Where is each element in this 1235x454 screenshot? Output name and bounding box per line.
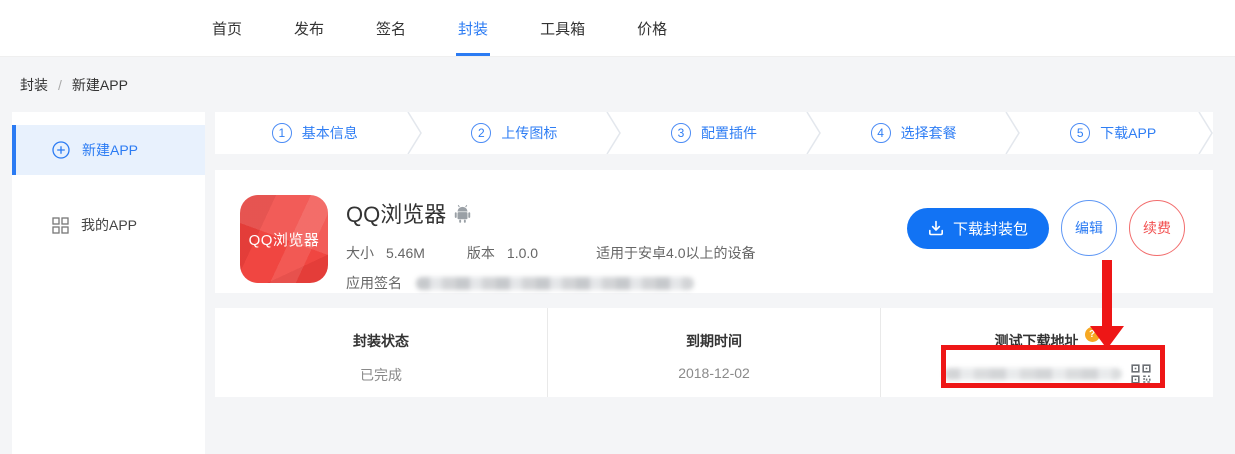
chevron-right-icon <box>1198 112 1213 154</box>
edit-button[interactable]: 编辑 <box>1061 200 1117 256</box>
signature-label: 应用签名 <box>346 273 402 293</box>
nav-item-package[interactable]: 封装 <box>456 1 490 56</box>
grid-icon <box>52 217 69 234</box>
step-label: 上传图标 <box>501 123 557 143</box>
expiry-title: 到期时间 <box>686 331 742 351</box>
download-package-button[interactable]: 下载封装包 <box>907 208 1049 249</box>
nav-item-signature[interactable]: 签名 <box>374 1 408 56</box>
step-select-plan[interactable]: 4 选择套餐 <box>814 112 1014 154</box>
step-upload-icon[interactable]: 2 上传图标 <box>415 112 615 154</box>
expiry-column: 到期时间 2018-12-02 <box>547 308 880 397</box>
steps-bar: 1 基本信息 2 上传图标 3 配置插件 4 选择套餐 5 下载APP <box>215 112 1213 154</box>
step-basic-info[interactable]: 1 基本信息 <box>215 112 415 154</box>
package-status-column: 封装状态 已完成 <box>215 308 547 397</box>
compat-text: 适用于安卓4.0以上的设备 <box>596 243 755 263</box>
renew-button[interactable]: 续费 <box>1129 200 1185 256</box>
chevron-right-icon <box>1005 112 1020 154</box>
sidebar: 新建APP 我的APP <box>12 112 205 454</box>
size-label: 大小 <box>346 243 374 263</box>
signature-row: 应用签名 <box>346 273 756 293</box>
main-nav: 首页 发布 签名 封装 工具箱 价格 <box>210 0 669 57</box>
chevron-right-icon <box>606 112 621 154</box>
step-number: 1 <box>272 123 292 143</box>
app-actions: 下载封装包 编辑 续费 <box>907 195 1185 256</box>
step-label: 配置插件 <box>701 123 757 143</box>
sidebar-item-my-app[interactable]: 我的APP <box>12 200 205 250</box>
step-label: 下载APP <box>1100 123 1156 143</box>
nav-item-toolbox[interactable]: 工具箱 <box>538 1 587 56</box>
qr-code-icon[interactable] <box>1131 364 1151 384</box>
sidebar-item-label: 我的APP <box>81 215 137 235</box>
nav-item-price[interactable]: 价格 <box>635 1 669 56</box>
chevron-right-icon <box>407 112 422 154</box>
step-number: 4 <box>871 123 891 143</box>
version-label: 版本 <box>467 243 495 263</box>
app-meta: 大小 5.46M 版本 1.0.0 适用于安卓4.0以上的设备 <box>346 243 756 263</box>
step-number: 2 <box>471 123 491 143</box>
step-label: 基本信息 <box>302 123 358 143</box>
app-card: QQ浏览器 QQ浏览器 大小 <box>215 170 1213 293</box>
chevron-right-icon <box>806 112 821 154</box>
android-icon <box>454 204 471 223</box>
step-download-app[interactable]: 5 下载APP <box>1013 112 1213 154</box>
nav-item-publish[interactable]: 发布 <box>292 1 326 56</box>
page: 首页 发布 签名 封装 工具箱 价格 封装 / 新建APP 新建APP 我的AP… <box>0 0 1235 454</box>
app-info: QQ浏览器 大小 5.46M 版本 <box>346 195 756 293</box>
size-value: 5.46M <box>386 245 425 261</box>
redacted-download-url[interactable] <box>944 368 1122 380</box>
breadcrumb-section[interactable]: 封装 <box>20 75 48 95</box>
breadcrumb-current: 新建APP <box>72 75 128 95</box>
top-header: 首页 发布 签名 封装 工具箱 价格 <box>0 0 1235 57</box>
test-download-title: 测试下载地址 <box>995 331 1079 351</box>
breadcrumb-separator: / <box>58 77 62 93</box>
redacted-signature-value <box>416 277 694 290</box>
step-label: 选择套餐 <box>901 123 957 143</box>
step-number: 5 <box>1070 123 1090 143</box>
test-download-column: 测试下载地址 ? <box>880 308 1213 397</box>
step-number: 3 <box>671 123 691 143</box>
app-icon: QQ浏览器 <box>240 195 328 283</box>
download-package-label: 下载封装包 <box>953 218 1028 239</box>
nav-item-home[interactable]: 首页 <box>210 1 244 56</box>
app-title: QQ浏览器 <box>346 197 446 229</box>
breadcrumb: 封装 / 新建APP <box>20 75 128 95</box>
app-icon-label: QQ浏览器 <box>249 229 320 250</box>
download-icon <box>928 220 944 236</box>
step-configure-plugins[interactable]: 3 配置插件 <box>614 112 814 154</box>
plus-circle-icon <box>52 141 70 159</box>
package-status-value: 已完成 <box>360 365 402 385</box>
help-icon[interactable]: ? <box>1085 327 1100 342</box>
package-status-title: 封装状态 <box>353 331 409 351</box>
sidebar-item-new-app[interactable]: 新建APP <box>12 125 205 175</box>
expiry-value: 2018-12-02 <box>678 365 750 381</box>
sidebar-item-label: 新建APP <box>82 140 138 160</box>
version-value: 1.0.0 <box>507 245 538 261</box>
status-panel: 封装状态 已完成 到期时间 2018-12-02 测试下载地址 ? <box>215 308 1213 397</box>
